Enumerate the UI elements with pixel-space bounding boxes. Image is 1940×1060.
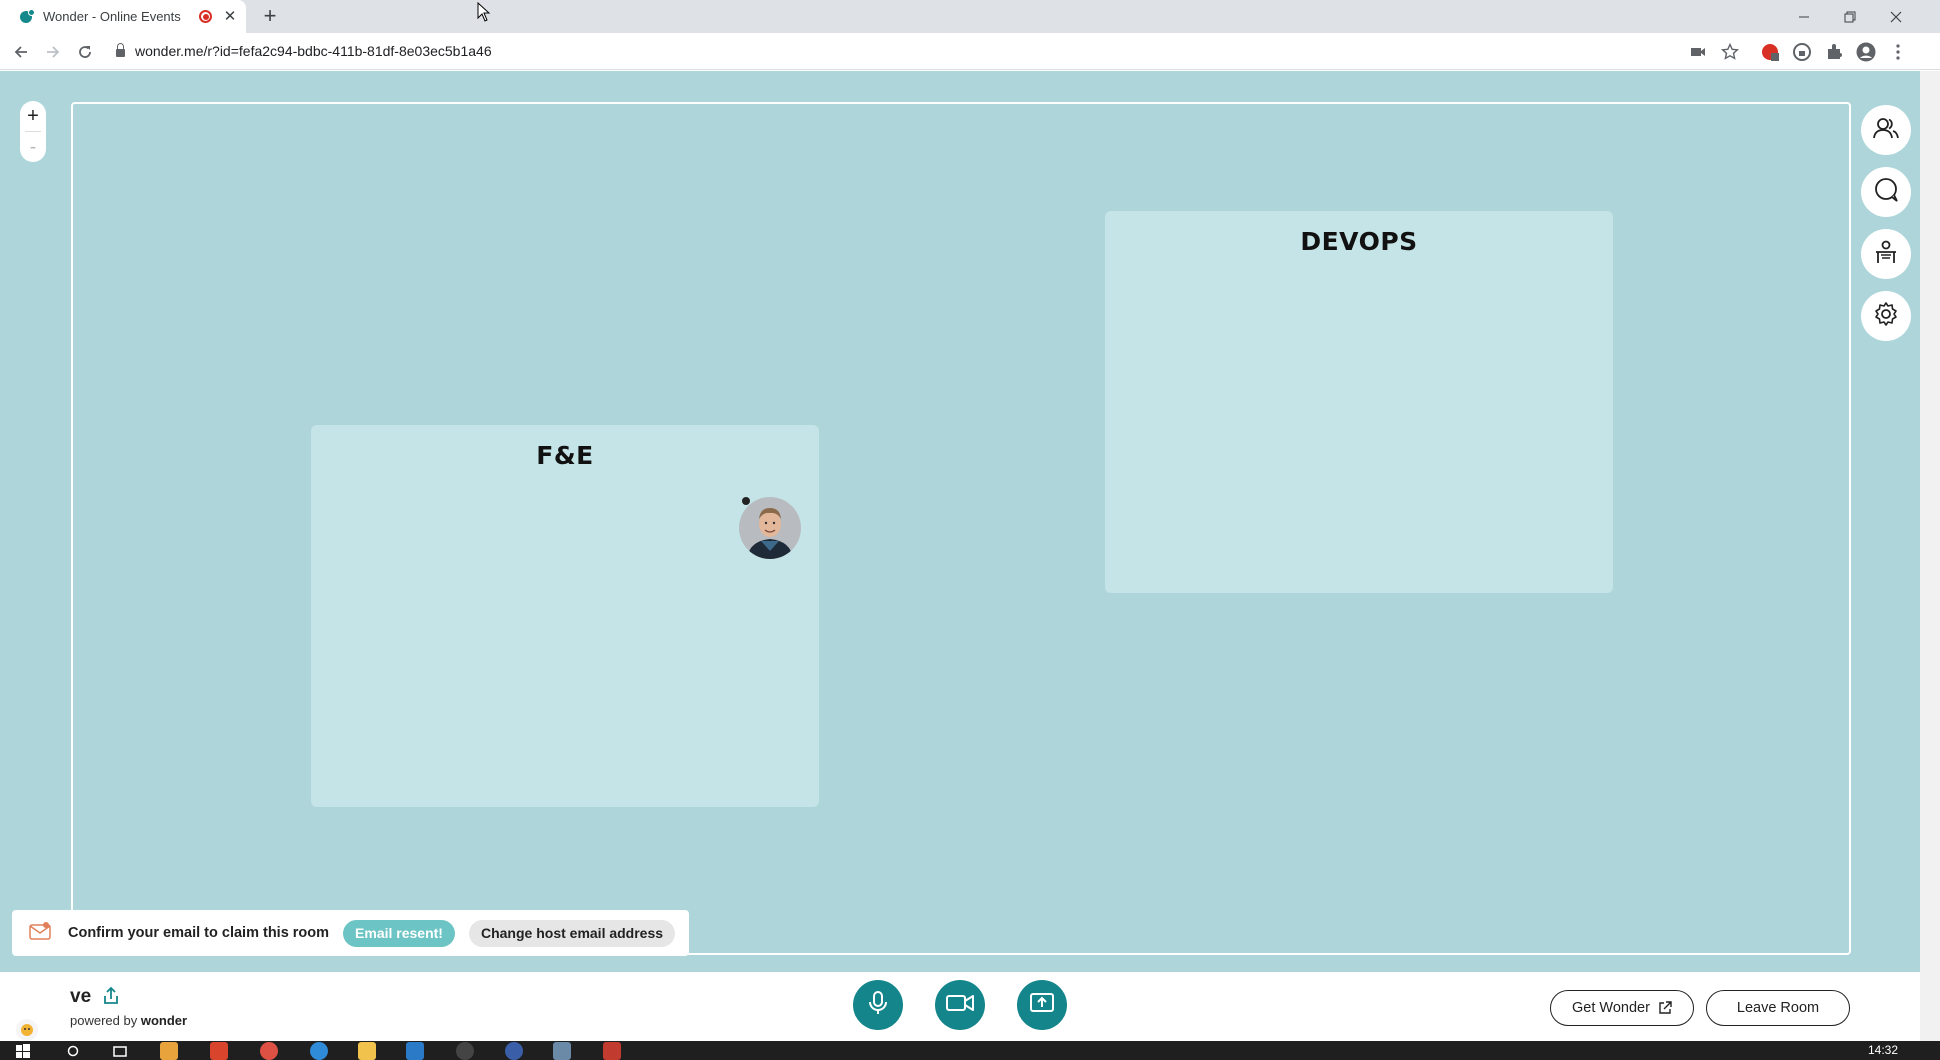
camera-in-use-icon[interactable] [1688,42,1708,62]
microphone-icon [866,990,890,1021]
task-view-icon[interactable] [112,1042,130,1060]
broadcast-button[interactable] [1861,229,1911,279]
powered-by-label: powered by wonder [70,1013,187,1028]
area-title: DEVOPS [1300,227,1418,256]
broadcast-icon [1873,239,1899,270]
change-host-email-button[interactable]: Change host email address [468,919,676,947]
close-window-icon[interactable] [1873,0,1919,33]
profile-avatar-icon[interactable] [1856,42,1876,62]
chrome-icon[interactable] [260,1042,278,1060]
powered-brand: wonder [140,1013,188,1028]
zoom-in-button[interactable]: + [20,101,46,131]
taskbar-app-icon[interactable] [210,1042,228,1060]
room-name: ve [70,986,92,1007]
chat-icon [1873,177,1899,208]
taskbar-app-icon[interactable] [160,1042,178,1060]
back-arrow-icon[interactable] [8,39,34,65]
video-camera-icon [945,993,975,1018]
taskbar-app-icon[interactable] [603,1042,621,1060]
recording-indicator-icon [199,10,212,23]
envelope-icon [28,921,52,946]
mouse-cursor-icon [477,1,491,27]
taskbar-app-icon[interactable] [505,1042,523,1060]
browser-toolbar: wonder.me/r?id=fefa2c94-bdbc-411b-81df-8… [0,33,1940,70]
taskbar-app-icon[interactable] [553,1042,571,1060]
microphone-button[interactable] [853,980,903,1030]
browser-tabstrip: Wonder - Online Events ✕ + [0,0,1940,33]
tab-title: Wonder - Online Events [43,9,181,24]
area-title: F&E [536,441,594,470]
extensions-puzzle-icon[interactable] [1824,42,1844,62]
room-bottom-bar: ve powered by wonder Get Wonder Leave Ro… [0,972,1920,1041]
zoom-control: + - [20,101,46,162]
password-manager-extension-icon[interactable] [1792,42,1812,62]
powered-prefix: powered by [70,1013,138,1028]
email-resent-button[interactable]: Email resent! [343,919,455,947]
zoom-out-button[interactable]: - [20,132,46,162]
page-scrollbar[interactable] [1920,71,1940,1041]
share-room-icon[interactable] [102,986,120,1006]
settings-button[interactable] [1861,291,1911,341]
get-wonder-button[interactable]: Get Wonder [1550,990,1694,1026]
os-taskbar: 14:32 [0,1041,1940,1060]
reload-icon[interactable] [72,39,98,65]
get-wonder-label: Get Wonder [1572,1000,1650,1016]
wonder-room-canvas[interactable]: + - F&E DEVOPS Confirm your email to cla… [0,71,1920,972]
external-link-icon [1658,1001,1672,1015]
participant-status-dot [742,497,750,505]
screen-share-icon [1029,992,1055,1019]
area-fe[interactable]: F&E [311,425,819,807]
wonder-favicon-icon [20,8,35,23]
taskbar-app-icon[interactable] [456,1042,474,1060]
confirm-email-banner: Confirm your email to claim this room Em… [12,910,689,956]
vscode-icon[interactable] [406,1042,424,1060]
people-icon [1873,116,1899,145]
forward-arrow-icon[interactable] [40,39,66,65]
area-devops[interactable]: DEVOPS [1105,211,1613,593]
browser-menu-icon[interactable] [1888,42,1908,62]
lock-icon [116,43,125,57]
windows-start-icon[interactable] [15,1042,33,1060]
minimize-window-icon[interactable] [1781,0,1827,33]
leave-room-button[interactable]: Leave Room [1706,990,1850,1026]
camera-button[interactable] [935,980,985,1030]
emoji-reaction-icon[interactable] [16,1019,38,1041]
url-text: wonder.me/r?id=fefa2c94-bdbc-411b-81df-8… [135,43,492,59]
search-icon[interactable] [66,1042,84,1060]
taskbar-clock: 14:32 [1867,1043,1898,1057]
new-tab-button[interactable]: + [258,4,282,28]
participants-button[interactable] [1861,105,1911,155]
edge-icon[interactable] [310,1042,328,1060]
settings-icon [1873,301,1899,332]
adblock-extension-icon[interactable] [1760,42,1780,62]
chat-button[interactable] [1861,167,1911,217]
participant-avatar[interactable] [739,497,801,559]
file-explorer-icon[interactable] [358,1042,376,1060]
bookmark-star-icon[interactable] [1720,42,1740,62]
restore-window-icon[interactable] [1827,0,1873,33]
address-bar[interactable]: wonder.me/r?id=fefa2c94-bdbc-411b-81df-8… [108,37,1708,65]
confirm-email-message: Confirm your email to claim this room [68,925,330,941]
screen-share-button[interactable] [1017,980,1067,1030]
browser-tab[interactable]: Wonder - Online Events ✕ [0,0,246,33]
tab-close-icon[interactable]: ✕ [222,8,238,25]
